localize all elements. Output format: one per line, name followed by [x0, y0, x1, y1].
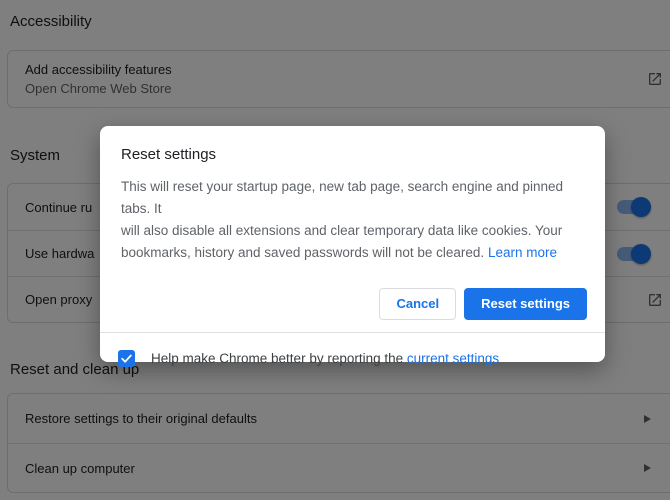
checkmark-icon [120, 352, 133, 365]
dialog-body-text: bookmarks, history and saved passwords w… [121, 245, 488, 260]
current-settings-link[interactable]: current settings [407, 351, 499, 366]
footer-text: Help make Chrome better by reporting the [151, 351, 407, 366]
report-settings-checkbox[interactable] [118, 350, 135, 367]
reset-settings-dialog: Reset settings This will reset your star… [100, 126, 605, 362]
dialog-button-row: Cancel Reset settings [100, 264, 605, 320]
footer-label: Help make Chrome better by reporting the… [151, 351, 499, 366]
dialog-body-line: bookmarks, history and saved passwords w… [121, 242, 585, 264]
learn-more-link[interactable]: Learn more [488, 245, 557, 260]
dialog-body-line: This will reset your startup page, new t… [121, 176, 585, 220]
chrome-settings-page: Accessibility Add accessibility features… [0, 0, 670, 500]
cancel-button[interactable]: Cancel [379, 288, 456, 320]
dialog-body-line: will also disable all extensions and cle… [121, 220, 585, 242]
dialog-footer: Help make Chrome better by reporting the… [100, 333, 605, 383]
dialog-title: Reset settings [100, 126, 605, 163]
dialog-body: This will reset your startup page, new t… [100, 163, 605, 264]
reset-settings-button[interactable]: Reset settings [464, 288, 587, 320]
